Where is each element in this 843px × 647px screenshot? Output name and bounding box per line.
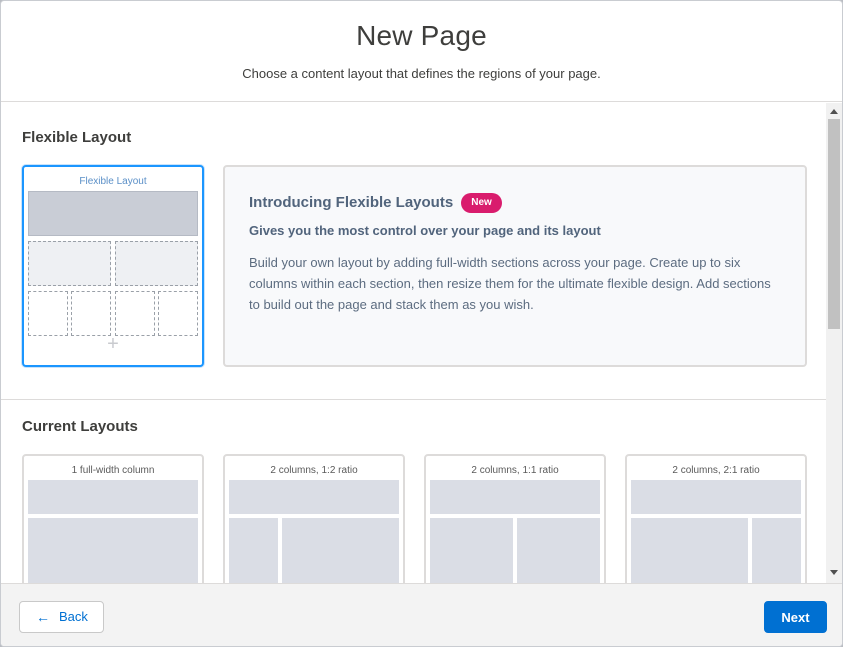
flexible-layout-heading: Flexible Layout — [22, 129, 132, 146]
scroll-thumb[interactable] — [828, 119, 840, 329]
intro-subtitle: Gives you the most control over your pag… — [249, 223, 601, 238]
layout-card-2-columns-1-2[interactable]: 2 columns, 1:2 ratio — [223, 454, 405, 583]
layout-region-quarter-4 — [158, 291, 198, 336]
layout-card-label: 2 columns, 1:1 ratio — [471, 465, 559, 476]
back-button[interactable]: ← Back — [19, 601, 104, 633]
layout-card-2-columns-2-1[interactable]: 2 columns, 2:1 ratio — [625, 454, 807, 583]
flexible-layout-card[interactable]: Flexible Layout + — [22, 165, 204, 367]
next-button[interactable]: Next — [764, 601, 827, 633]
layout-region-half-left — [28, 241, 111, 286]
new-badge: New — [461, 193, 502, 213]
current-layouts-heading: Current Layouts — [22, 418, 138, 435]
layout-card-label: 2 columns, 2:1 ratio — [672, 465, 760, 476]
layout-region-main — [28, 518, 198, 583]
intro-title: Introducing Flexible Layouts — [249, 194, 454, 211]
layout-region-left — [229, 518, 278, 583]
layout-region-right — [282, 518, 399, 583]
layout-region-full — [28, 191, 198, 236]
flexible-layout-intro: Introducing Flexible Layouts New Gives y… — [223, 165, 807, 367]
modal-header: New Page Choose a content layout that de… — [1, 1, 842, 102]
layout-region-left — [631, 518, 748, 583]
body-scrollbar[interactable] — [826, 103, 842, 583]
modal-body[interactable]: Flexible Layout Flexible Layout + Introd… — [1, 103, 826, 583]
new-page-modal: New Page Choose a content layout that de… — [0, 0, 843, 647]
layout-region-header — [430, 480, 600, 514]
layout-region-quarter-2 — [71, 291, 111, 336]
layout-region-header — [229, 480, 399, 514]
layout-region-header — [631, 480, 801, 514]
arrow-left-icon: ← — [36, 609, 50, 625]
scroll-up-arrow-icon[interactable] — [830, 109, 838, 114]
layout-region-header — [28, 480, 198, 514]
layout-region-half-right — [115, 241, 198, 286]
plus-icon: + — [107, 333, 119, 355]
scroll-down-arrow-icon[interactable] — [830, 570, 838, 575]
modal-title: New Page — [356, 20, 487, 51]
layout-card-1-column[interactable]: 1 full-width column — [22, 454, 204, 583]
layout-card-label: 2 columns, 1:2 ratio — [270, 465, 358, 476]
layout-region-left — [430, 518, 513, 583]
flexible-layout-card-label: Flexible Layout — [79, 176, 147, 187]
layout-region-quarter-1 — [28, 291, 68, 336]
modal-footer: ← Back Next — [1, 583, 842, 646]
intro-description: Build your own layout by adding full-wid… — [249, 255, 771, 312]
modal-subtitle: Choose a content layout that defines the… — [242, 66, 601, 81]
layout-region-quarter-3 — [115, 291, 155, 336]
section-divider — [1, 399, 826, 400]
layout-card-label: 1 full-width column — [71, 465, 155, 476]
layout-card-2-columns-1-1[interactable]: 2 columns, 1:1 ratio — [424, 454, 606, 583]
back-button-label: Back — [59, 609, 88, 624]
layout-region-right — [752, 518, 801, 583]
layout-region-right — [517, 518, 600, 583]
